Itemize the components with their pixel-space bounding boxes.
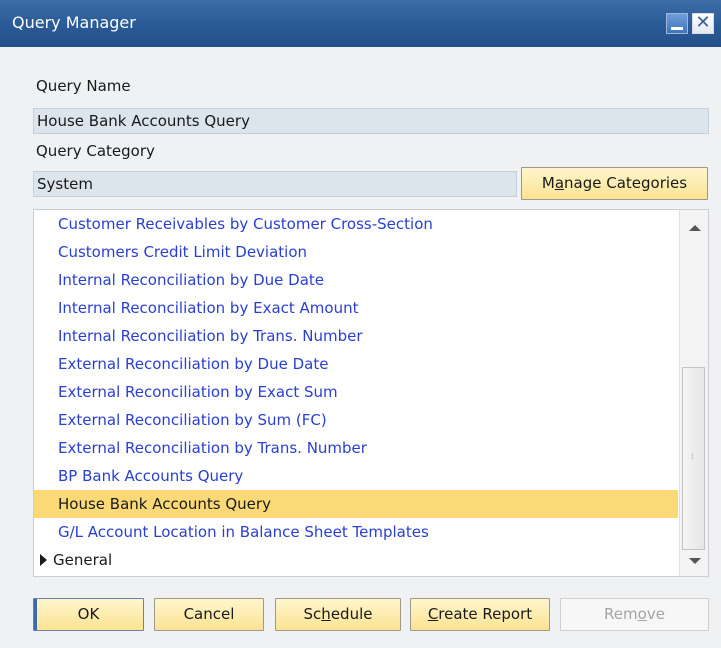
query-list[interactable]: Customer Receivables by Customer Cross-S… [33, 209, 709, 577]
list-item[interactable]: External Reconciliation by Sum (FC) [34, 406, 678, 434]
list-item[interactable]: External Reconciliation by Trans. Number [34, 434, 678, 462]
manage-categories-mnemonic: a [554, 174, 565, 192]
category-general[interactable]: General [34, 546, 678, 574]
vertical-scrollbar[interactable]: ⁞ [679, 210, 708, 576]
list-item[interactable]: BP Bank Accounts Query [34, 462, 678, 490]
query-manager-window: Query Manager ✕ Query Name House Bank Ac… [0, 0, 721, 648]
list-item-selected[interactable]: House Bank Accounts Query [34, 490, 678, 518]
minimize-button[interactable] [666, 13, 688, 34]
manage-categories-label: M [541, 174, 555, 192]
scroll-up-icon[interactable] [689, 225, 701, 231]
schedule-mnemonic: h [321, 605, 331, 623]
list-item[interactable]: Internal Reconciliation by Due Date [34, 266, 678, 294]
list-item[interactable]: Customers Credit Limit Deviation [34, 238, 678, 266]
manage-categories-button[interactable]: Manage Categories [521, 167, 708, 200]
query-name-label: Query Name [36, 77, 131, 95]
remove-button: Remove [560, 598, 709, 631]
remove-label: Rem [604, 605, 638, 623]
title-bar[interactable]: Query Manager ✕ [0, 0, 721, 47]
minimize-icon [671, 27, 683, 30]
remove-mnemonic: o [637, 605, 647, 623]
scroll-thumb[interactable]: ⁞ [682, 367, 705, 550]
list-item[interactable]: Internal Reconciliation by Trans. Number [34, 322, 678, 350]
remove-label-rest: ve [646, 605, 665, 623]
grip-icon: ⁞ [691, 452, 695, 461]
create-report-mnemonic: C [427, 605, 439, 623]
expand-arrow-icon[interactable] [40, 554, 47, 566]
list-item[interactable]: Customer Receivables by Customer Cross-S… [34, 210, 678, 238]
create-report-label: reate Report [438, 605, 533, 623]
list-item[interactable]: External Reconciliation by Due Date [34, 350, 678, 378]
schedule-label-rest: edule [330, 605, 373, 623]
ok-button[interactable]: OK [33, 598, 144, 631]
schedule-button[interactable]: Schedule [275, 598, 401, 631]
category-label: General [53, 551, 113, 569]
query-name-field[interactable]: House Bank Accounts Query [33, 108, 709, 134]
manage-categories-label-rest: nage Categories [564, 174, 688, 192]
query-category-label: Query Category [36, 142, 155, 160]
cancel-button[interactable]: Cancel [154, 598, 264, 631]
create-report-button[interactable]: Create Report [410, 598, 550, 631]
scroll-down-icon[interactable] [689, 558, 701, 564]
close-icon: ✕ [695, 12, 711, 33]
list-item[interactable]: G/L Account Location in Balance Sheet Te… [34, 518, 678, 546]
close-button[interactable]: ✕ [692, 12, 714, 34]
list-item[interactable]: External Reconciliation by Exact Sum [34, 378, 678, 406]
window-title: Query Manager [12, 13, 136, 32]
schedule-label: Sc [303, 605, 322, 623]
query-category-field[interactable]: System [33, 171, 517, 197]
list-item[interactable]: Internal Reconciliation by Exact Amount [34, 294, 678, 322]
